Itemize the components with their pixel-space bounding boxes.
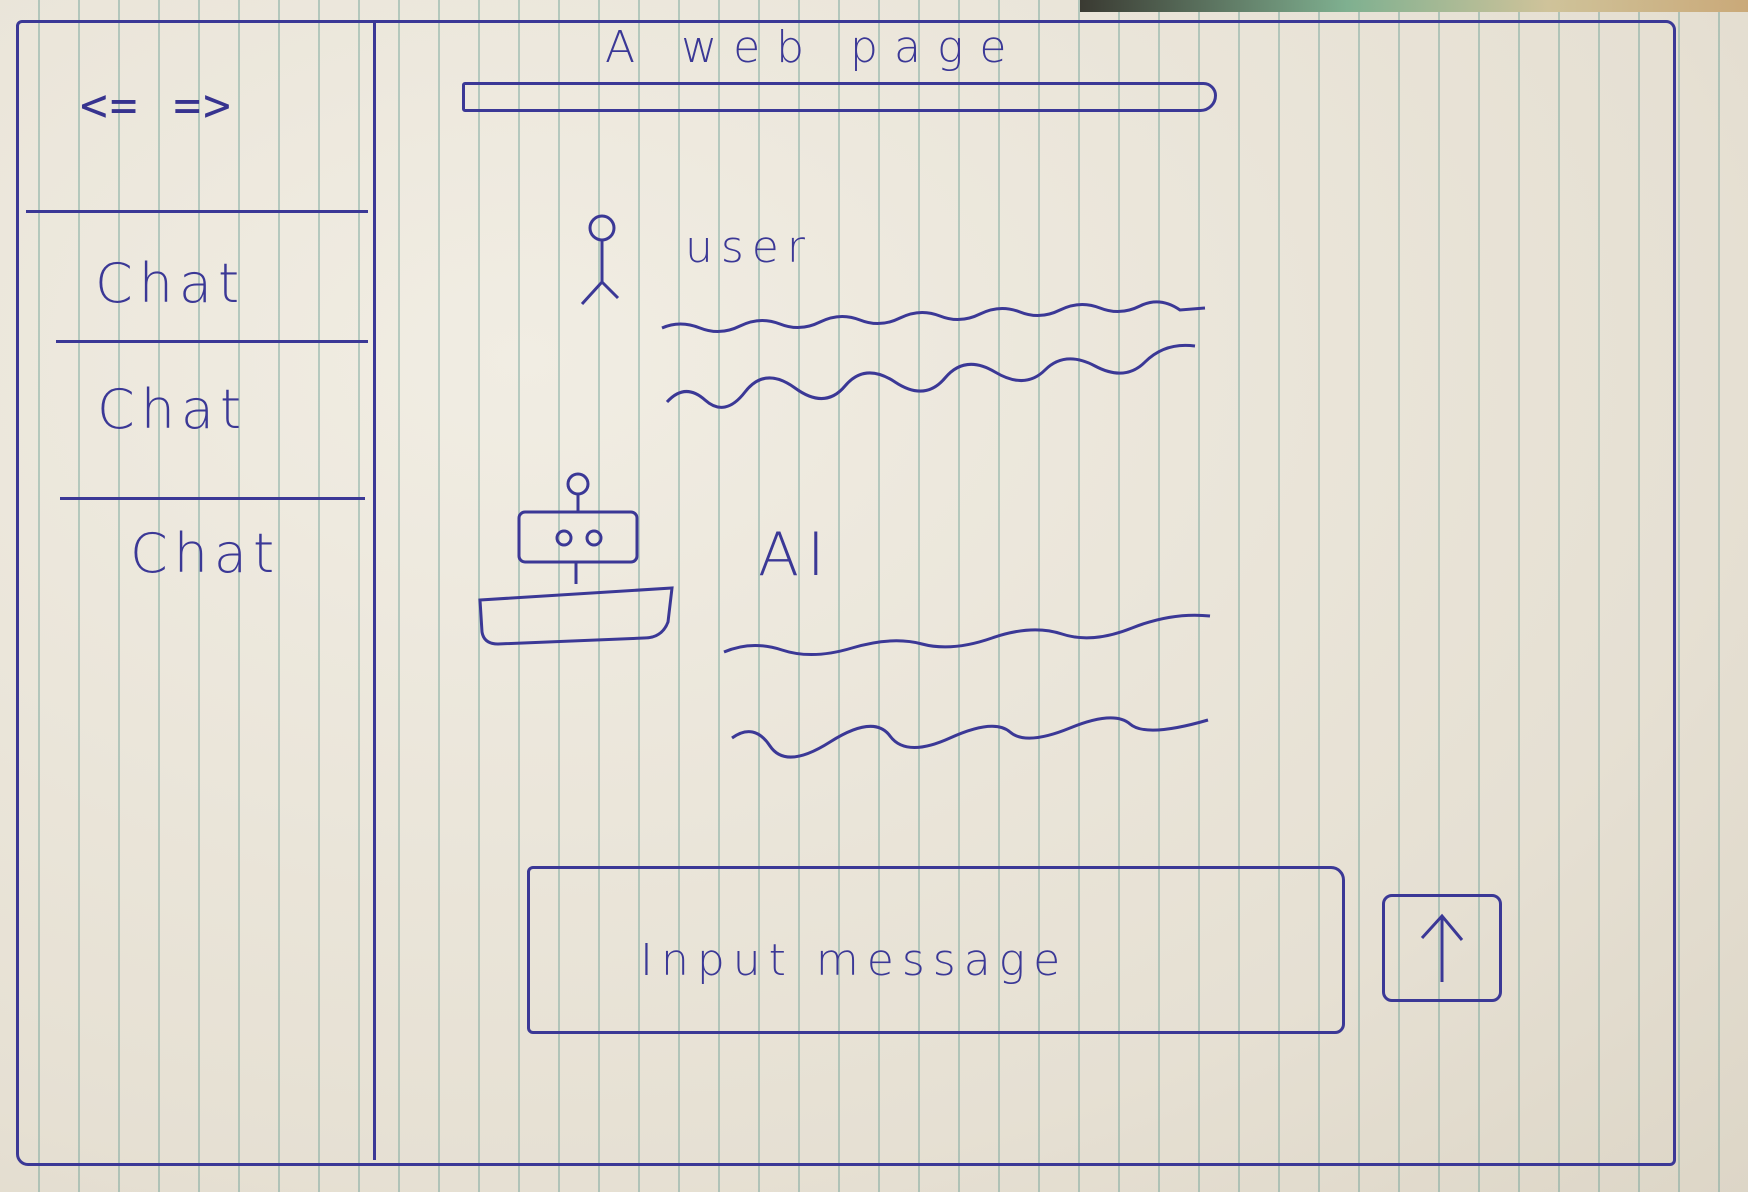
sidebar-chat-item[interactable]: Chat: [130, 522, 280, 585]
send-button[interactable]: [1382, 894, 1502, 1002]
page-title: A web page: [605, 22, 1023, 73]
message-input[interactable]: [527, 866, 1345, 1034]
background-corner: [1080, 0, 1748, 12]
message-text-line: [661, 300, 1206, 333]
sidebar: [16, 20, 376, 1160]
sidebar-chat-item[interactable]: Chat: [95, 252, 245, 315]
sidebar-divider: [56, 340, 368, 343]
forward-button[interactable]: =>: [173, 78, 232, 132]
sidebar-divider: [26, 210, 368, 213]
arrow-up-icon: [1420, 913, 1464, 982]
robot-avatar-icon: [478, 472, 674, 646]
message-role-label: AI: [758, 520, 833, 590]
message-text-line: [731, 716, 1209, 759]
user-avatar-icon: [580, 214, 620, 306]
message-text-line: [665, 343, 1196, 409]
message-text-line: [723, 613, 1211, 657]
navigation-controls: <= =>: [80, 70, 320, 140]
address-bar[interactable]: [462, 82, 1217, 112]
back-button[interactable]: <=: [80, 78, 139, 132]
sidebar-divider: [60, 497, 365, 500]
sidebar-chat-item[interactable]: Chat: [97, 378, 247, 441]
message-role-label: user: [685, 222, 813, 273]
